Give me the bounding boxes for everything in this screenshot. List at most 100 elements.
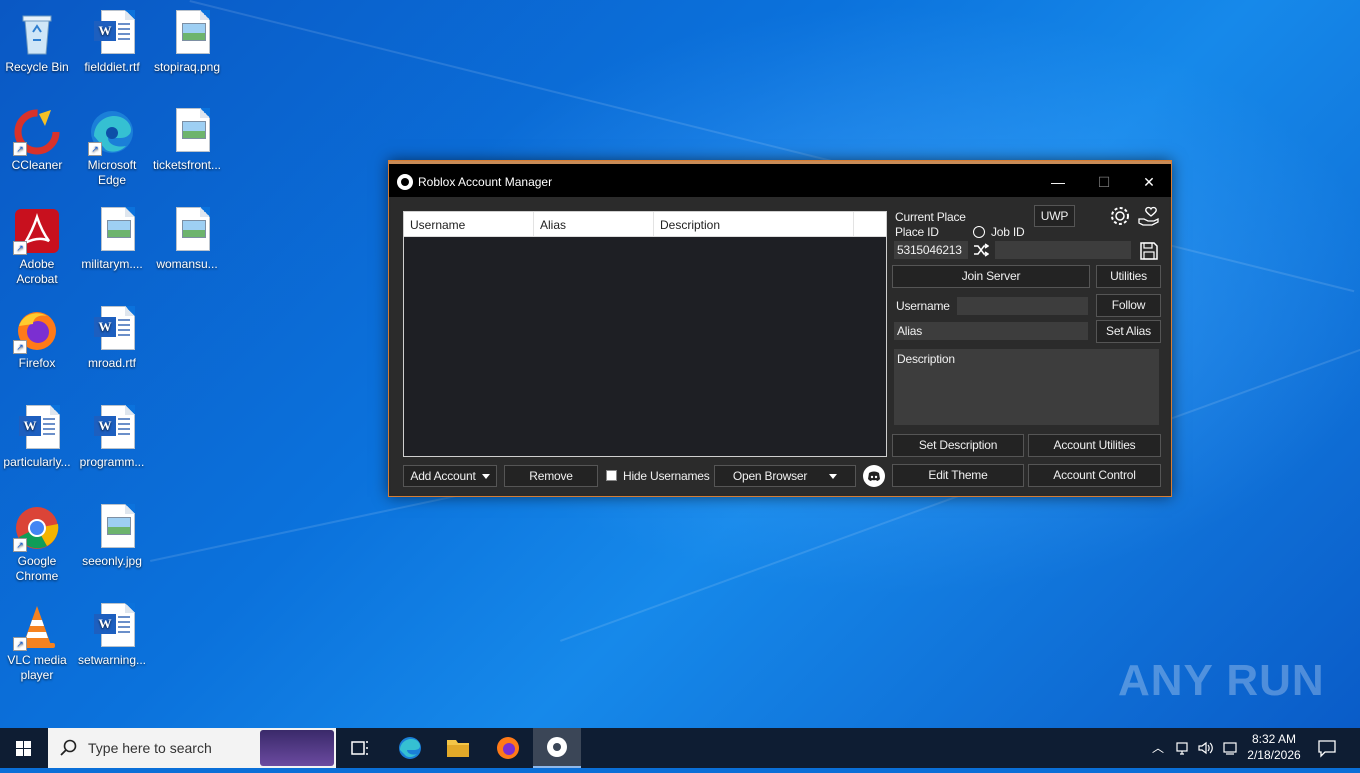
watermark: ANY RUN <box>1118 656 1325 705</box>
desktop-icon-stopiraq[interactable]: stopiraq.png <box>150 6 224 75</box>
desktop-icon-label: stopiraq.png <box>153 60 221 74</box>
edit-theme-button[interactable]: Edit Theme <box>892 464 1024 487</box>
desktop-icon-label: seeonly.jpg <box>82 554 142 568</box>
gear-icon[interactable] <box>1109 205 1131 227</box>
accounts-list[interactable]: Username Alias Description <box>403 211 887 457</box>
system-clock[interactable]: 8:32 AM 2/18/2026 <box>1244 731 1304 763</box>
close-button[interactable]: ✕ <box>1126 168 1172 196</box>
remove-button[interactable]: Remove <box>504 465 598 487</box>
search-icon <box>60 739 77 756</box>
image-file-icon <box>88 207 136 255</box>
open-browser-button[interactable]: Open Browser <box>714 465 856 487</box>
desktop-icon-militarym[interactable]: militarym.... <box>75 203 149 272</box>
desktop-icon-microsoft-edge[interactable]: ↗ Microsoft Edge <box>75 104 149 188</box>
task-view-button[interactable] <box>336 728 384 768</box>
notification-center-icon[interactable] <box>1316 738 1338 758</box>
alias-input[interactable]: Alias <box>894 322 1088 340</box>
desktop-icon-label: Google Chrome <box>15 554 59 583</box>
desktop-icon-ccleaner[interactable]: ↗ CCleaner <box>0 104 74 173</box>
window-titlebar[interactable]: Roblox Account Manager — ☐ ✕ <box>389 161 1171 197</box>
show-hidden-icons-chevron-icon[interactable]: ︿ <box>1150 740 1166 756</box>
desktop-icon-label: programm... <box>79 455 145 469</box>
job-id-input[interactable] <box>995 241 1131 259</box>
desktop-icon-adobe-acrobat[interactable]: ↗ Adobe Acrobat <box>0 203 74 287</box>
image-file-icon <box>88 504 136 552</box>
acrobat-icon: ↗ <box>13 207 61 255</box>
shortcut-arrow-icon: ↗ <box>13 340 27 354</box>
taskbar-firefox-icon[interactable] <box>484 728 532 768</box>
account-control-button[interactable]: Account Control <box>1028 464 1161 487</box>
discord-icon[interactable] <box>863 465 885 487</box>
shortcut-arrow-icon: ↗ <box>13 142 27 156</box>
taskbar-file-explorer-icon[interactable] <box>434 728 482 768</box>
start-button[interactable] <box>0 728 48 768</box>
username-input[interactable] <box>957 297 1088 315</box>
image-file-icon <box>163 207 211 255</box>
desktop-icon-label: ticketsfront... <box>152 158 222 172</box>
input-indicator-icon[interactable] <box>1222 740 1238 756</box>
account-utilities-button[interactable]: Account Utilities <box>1028 434 1161 457</box>
vlc-cone-icon: ↗ <box>13 603 61 651</box>
ccleaner-icon: ↗ <box>13 108 61 156</box>
desktop-icon-label: Adobe Acrobat <box>16 257 58 286</box>
clock-date: 2/18/2026 <box>1247 748 1301 762</box>
desktop-icon-label: Firefox <box>18 356 56 370</box>
dropdown-arrow-icon <box>829 474 838 480</box>
desktop-icon-firefox[interactable]: ↗ Firefox <box>0 302 74 371</box>
clock-icon <box>973 226 985 238</box>
current-place-label: Current Place <box>895 210 966 224</box>
desktop-icon-label: particularly... <box>3 455 71 469</box>
desktop-icon-mroad[interactable]: W mroad.rtf <box>75 302 149 371</box>
taskbar-edge-icon[interactable] <box>386 728 434 768</box>
desktop-icon-setwarning[interactable]: W setwarning... <box>75 599 149 668</box>
window-content: Username Alias Description Add Account R… <box>391 197 1169 494</box>
description-textarea[interactable]: Description <box>894 349 1159 425</box>
hide-usernames-checkbox[interactable] <box>606 470 617 481</box>
desktop-icon-label: womansu... <box>156 257 218 271</box>
follow-button[interactable]: Follow <box>1096 294 1161 317</box>
desktop-icon-particularly[interactable]: W particularly... <box>0 401 74 470</box>
taskbar-search-box[interactable]: Type here to search <box>48 728 336 768</box>
set-description-button[interactable]: Set Description <box>892 434 1024 457</box>
desktop-icon-recycle-bin[interactable]: Recycle Bin <box>0 6 74 75</box>
column-description[interactable]: Description <box>654 212 854 236</box>
desktop-icon-label: Recycle Bin <box>5 60 69 74</box>
desktop-icon-google-chrome[interactable]: ↗ Google Chrome <box>0 500 74 584</box>
shuffle-icon[interactable] <box>973 243 990 257</box>
set-alias-button[interactable]: Set Alias <box>1096 320 1161 343</box>
desktop-icon-programm[interactable]: W programm... <box>75 401 149 470</box>
desktop-icon-label: fielddiet.rtf <box>84 60 140 74</box>
join-server-button[interactable]: Join Server <box>892 265 1090 288</box>
open-browser-label: Open Browser <box>732 469 808 483</box>
word-document-icon: W <box>88 306 136 354</box>
taskbar-roblox-account-manager-icon[interactable] <box>533 728 581 768</box>
add-account-button[interactable]: Add Account <box>403 465 497 487</box>
maximize-button[interactable]: ☐ <box>1081 168 1127 196</box>
utilities-button[interactable]: Utilities <box>1096 265 1161 288</box>
shortcut-arrow-icon: ↗ <box>88 142 102 156</box>
save-icon[interactable] <box>1139 241 1159 261</box>
desktop-icon-fielddiet[interactable]: W fielddiet.rtf <box>75 6 149 75</box>
desktop-icon-label: setwarning... <box>77 653 147 667</box>
desktop-icon-vlc[interactable]: ↗ VLC media player <box>0 599 74 683</box>
word-document-icon: W <box>88 10 136 58</box>
network-icon[interactable] <box>1174 740 1190 756</box>
desktop-icon-ticketsfront[interactable]: ticketsfront... <box>150 104 224 173</box>
donate-heart-hand-icon[interactable] <box>1137 205 1161 227</box>
desktop-icon-womansu[interactable]: womansu... <box>150 203 224 272</box>
volume-icon[interactable] <box>1197 740 1215 756</box>
column-username[interactable]: Username <box>404 212 534 236</box>
desktop-icon-seeonly[interactable]: seeonly.jpg <box>75 500 149 569</box>
search-placeholder: Type here to search <box>88 740 212 756</box>
word-document-icon: W <box>88 603 136 651</box>
minimize-button[interactable]: — <box>1035 168 1081 196</box>
desktop-icon-label: mroad.rtf <box>87 356 136 370</box>
desktop-icon-label: CCleaner <box>11 158 63 172</box>
place-id-input[interactable]: 5315046213 <box>894 241 968 259</box>
add-account-label: Add Account <box>410 469 476 483</box>
place-id-label: Place ID <box>895 225 939 239</box>
uwp-button[interactable]: UWP <box>1034 205 1075 227</box>
column-alias[interactable]: Alias <box>534 212 654 236</box>
image-file-icon <box>163 10 211 58</box>
firefox-icon: ↗ <box>13 306 61 354</box>
